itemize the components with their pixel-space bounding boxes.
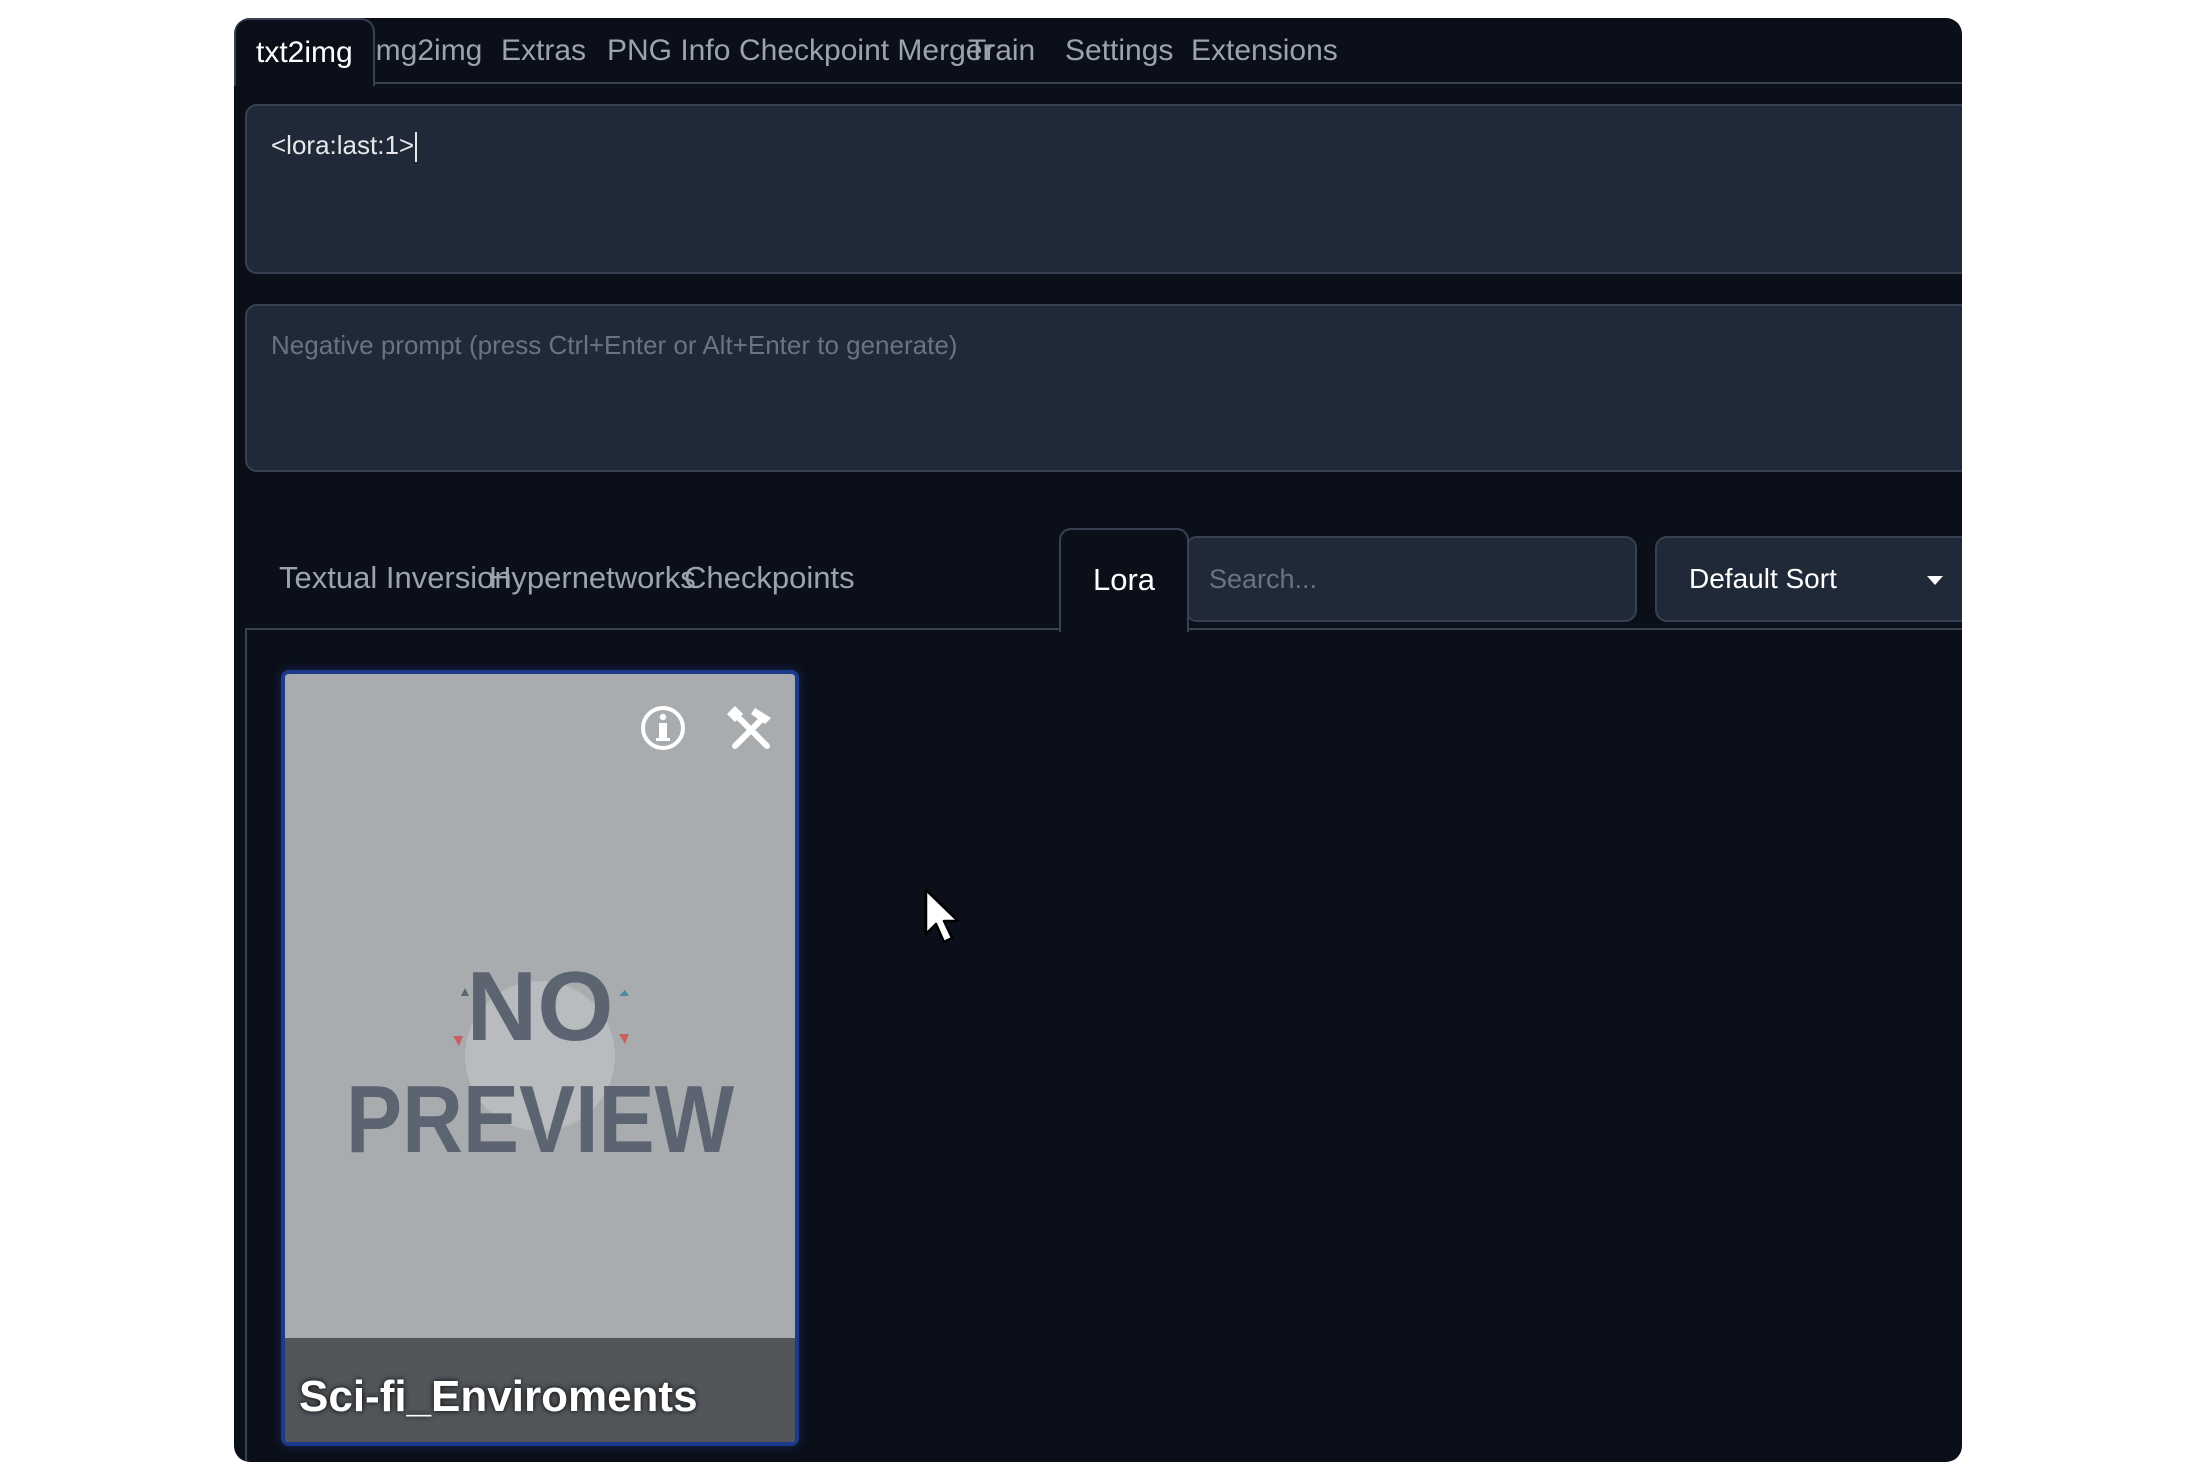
text-caret [415, 132, 418, 163]
sort-dropdown[interactable]: Default Sort [1655, 536, 1962, 622]
mouse-cursor-icon [924, 888, 960, 944]
webui-window: txt2img img2img Extras PNG Info Checkpoi… [234, 18, 1962, 1462]
preview-text-no: NO [467, 951, 614, 1061]
tab-checkpoint-merger[interactable]: Checkpoint Merger [739, 18, 992, 84]
prompt-input[interactable]: <lora:last:1> [245, 104, 1962, 274]
preview-text-preview: PREVIEW [346, 1066, 734, 1173]
tab-lora[interactable]: Lora [1059, 528, 1190, 632]
extra-networks-tab-bar: Textual Inversion Hypernetworks Checkpoi… [245, 508, 1962, 632]
info-icon[interactable] [639, 704, 687, 752]
lora-card[interactable]: NO PREVIEW Sci-fi_Enviroments [281, 670, 799, 1446]
tab-textual-inversion[interactable]: Textual Inversion [279, 528, 512, 628]
no-preview-image: NO PREVIEW [285, 674, 795, 1442]
card-footer: Sci-fi_Enviroments [285, 1338, 795, 1442]
tab-extras[interactable]: Extras [501, 18, 586, 84]
tab-checkpoints[interactable]: Checkpoints [684, 528, 855, 628]
tab-png-info[interactable]: PNG Info [607, 18, 730, 84]
sort-value: Default Sort [1689, 563, 1837, 594]
search-input[interactable]: Search... [1185, 536, 1637, 622]
chevron-down-icon [1927, 576, 1943, 585]
tab-hypernetworks[interactable]: Hypernetworks [489, 528, 696, 628]
negative-prompt-input[interactable]: Negative prompt (press Ctrl+Enter or Alt… [245, 304, 1962, 472]
top-tab-bar: txt2img img2img Extras PNG Info Checkpoi… [234, 18, 1962, 86]
panel-border [245, 630, 247, 1462]
negative-prompt-placeholder: Negative prompt (press Ctrl+Enter or Alt… [271, 330, 958, 360]
tab-txt2img[interactable]: txt2img [234, 18, 375, 86]
tab-img2img[interactable]: img2img [369, 18, 482, 84]
tab-extensions[interactable]: Extensions [1191, 18, 1338, 84]
card-name: Sci-fi_Enviroments [299, 1372, 698, 1421]
tools-icon[interactable] [723, 702, 777, 756]
tab-settings[interactable]: Settings [1065, 18, 1173, 84]
prompt-text: <lora:last:1> [271, 130, 415, 160]
tab-train[interactable]: Train [968, 18, 1035, 84]
